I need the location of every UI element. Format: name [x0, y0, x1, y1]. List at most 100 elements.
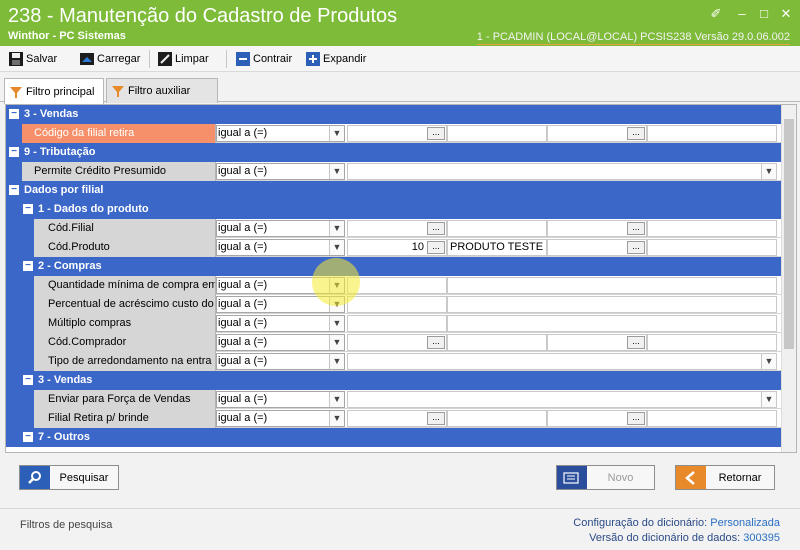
collapse-toggle-icon[interactable]: −: [9, 147, 19, 157]
chevron-down-icon[interactable]: ▼: [329, 126, 344, 141]
lookup-button[interactable]: ...: [427, 336, 445, 349]
operator-select[interactable]: igual a (=) ▼: [216, 391, 345, 408]
collapse-toggle-icon[interactable]: −: [23, 204, 33, 214]
chevron-down-icon[interactable]: ▼: [329, 164, 344, 179]
toolbar-divider: [149, 50, 150, 68]
collapse-toggle-icon[interactable]: −: [23, 261, 33, 271]
operator-select[interactable]: igual a (=) ▼: [216, 239, 345, 256]
lookup-button[interactable]: ...: [627, 127, 645, 140]
section-tributacao[interactable]: − 9 - Tributação: [6, 143, 781, 162]
operator-select[interactable]: igual a (=) ▼: [216, 353, 345, 370]
row-indent: [6, 162, 22, 181]
tab-aux-filter[interactable]: Filtro auxiliar: [106, 78, 218, 103]
section-vendas[interactable]: − 3 - Vendas: [6, 105, 781, 124]
collapse-toggle-icon[interactable]: −: [9, 185, 19, 195]
tab-main-filter[interactable]: Filtro principal: [4, 78, 104, 104]
load-button[interactable]: Carregar: [79, 50, 140, 68]
lookup-button[interactable]: ...: [427, 412, 445, 425]
collapse-toggle-icon[interactable]: −: [9, 109, 19, 119]
value-input[interactable]: ...: [347, 220, 447, 237]
back-button[interactable]: Retornar: [675, 465, 775, 490]
value-input-to[interactable]: ...: [547, 334, 647, 351]
collapse-button[interactable]: Contrair: [235, 50, 292, 68]
pin-icon[interactable]: ✐: [707, 6, 725, 22]
chevron-down-icon[interactable]: ▼: [761, 354, 776, 369]
collapse-toggle-icon[interactable]: −: [23, 432, 33, 442]
search-button[interactable]: Pesquisar: [19, 465, 119, 490]
minimize-icon[interactable]: –: [733, 6, 751, 22]
section-title: Dados por filial: [24, 184, 104, 196]
clear-button[interactable]: Limpar: [157, 50, 209, 68]
load-label: Carregar: [97, 53, 141, 65]
section-vendas-filial[interactable]: − 3 - Vendas: [6, 371, 781, 390]
close-icon[interactable]: ✕: [777, 6, 795, 22]
value-input[interactable]: 10...: [347, 239, 447, 256]
value-select[interactable]: ▼: [347, 391, 777, 408]
chevron-down-icon[interactable]: ▼: [329, 392, 344, 407]
dictionary-config-label: Configuração do dicionário:: [573, 517, 708, 529]
value-input-to[interactable]: [447, 296, 777, 313]
value-select[interactable]: ▼: [347, 163, 777, 180]
toolbar: Salvar Carregar Limpar Contrair Expandir: [0, 46, 800, 72]
row-indent: [6, 276, 22, 295]
new-button[interactable]: Novo: [556, 465, 655, 490]
scrollbar-thumb[interactable]: [784, 119, 794, 349]
field-label: Múltiplo compras: [34, 314, 216, 333]
value-input[interactable]: [347, 315, 447, 332]
status-text: Filtros de pesquisa: [20, 519, 113, 531]
operator-select[interactable]: igual a (=) ▼: [216, 277, 345, 294]
value-input[interactable]: ...: [347, 334, 447, 351]
value-select[interactable]: ▼: [347, 353, 777, 370]
operator-select[interactable]: igual a (=) ▼: [216, 296, 345, 313]
expand-button[interactable]: Expandir: [305, 50, 366, 68]
chevron-down-icon[interactable]: ▼: [329, 221, 344, 236]
chevron-down-icon[interactable]: ▼: [329, 316, 344, 331]
operator-select[interactable]: igual a (=) ▼: [216, 334, 345, 351]
row-indent: [22, 238, 34, 257]
value-input-to[interactable]: ...: [547, 220, 647, 237]
chevron-down-icon[interactable]: ▼: [761, 392, 776, 407]
new-label: Novo: [607, 471, 634, 484]
chevron-down-icon[interactable]: ▼: [329, 240, 344, 255]
value-input-to[interactable]: ...: [547, 410, 647, 427]
chevron-down-icon[interactable]: ▼: [329, 335, 344, 350]
row-indent: [6, 295, 22, 314]
collapse-label: Contrair: [253, 53, 293, 65]
operator-select[interactable]: igual a (=) ▼: [216, 220, 345, 237]
chevron-down-icon[interactable]: ▼: [329, 411, 344, 426]
maximize-icon[interactable]: □: [755, 6, 773, 22]
chevron-down-icon[interactable]: ▼: [761, 164, 776, 179]
new-record-icon: [557, 466, 587, 489]
operator-select[interactable]: igual a (=) ▼: [216, 163, 345, 180]
operator-select[interactable]: igual a (=) ▼: [216, 125, 345, 142]
lookup-button[interactable]: ...: [627, 412, 645, 425]
vertical-scrollbar[interactable]: [781, 105, 796, 452]
lookup-button[interactable]: ...: [427, 241, 445, 254]
chevron-down-icon[interactable]: ▼: [329, 297, 344, 312]
row-indent: [22, 352, 34, 371]
save-button[interactable]: Salvar: [8, 50, 57, 68]
value-input[interactable]: ...: [347, 410, 447, 427]
section-dados-produto[interactable]: − 1 - Dados do produto: [6, 200, 781, 219]
value-input[interactable]: [347, 277, 447, 294]
value-input[interactable]: [347, 296, 447, 313]
operator-select[interactable]: igual a (=) ▼: [216, 410, 345, 427]
chevron-down-icon[interactable]: ▼: [329, 354, 344, 369]
section-outros[interactable]: − 7 - Outros: [6, 428, 781, 447]
operator-select[interactable]: igual a (=) ▼: [216, 315, 345, 332]
collapse-toggle-icon[interactable]: −: [23, 375, 33, 385]
section-dados-filial[interactable]: − Dados por filial: [6, 181, 781, 200]
lookup-button[interactable]: ...: [627, 336, 645, 349]
value-input[interactable]: ...: [347, 125, 447, 142]
lookup-button[interactable]: ...: [427, 222, 445, 235]
section-compras[interactable]: − 2 - Compras: [6, 257, 781, 276]
chevron-down-icon[interactable]: ▼: [329, 278, 344, 293]
lookup-button[interactable]: ...: [627, 241, 645, 254]
value-input-to[interactable]: [447, 315, 777, 332]
row-indent: [22, 276, 34, 295]
lookup-button[interactable]: ...: [427, 127, 445, 140]
value-input-to[interactable]: [447, 277, 777, 294]
value-input-to[interactable]: ...: [547, 125, 647, 142]
lookup-button[interactable]: ...: [627, 222, 645, 235]
value-input-to[interactable]: ...: [547, 239, 647, 256]
